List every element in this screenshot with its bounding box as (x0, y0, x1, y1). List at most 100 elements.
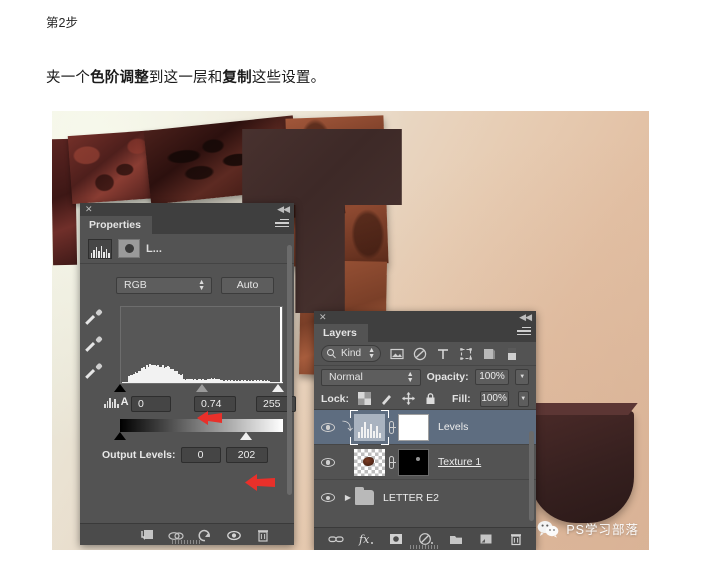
group-expand-arrow-icon[interactable]: ▶ (341, 493, 355, 502)
layer-group-name[interactable]: LETTER E2 (383, 492, 439, 504)
layer-list: ⤵ Levels Texture 1 ▶ LETTER E2 (314, 410, 536, 515)
layers-panel[interactable]: ✕ ◀◀ Layers Kind ▲ ▼ Normal ▲ ▼ Opacity:… (314, 311, 536, 550)
lock-all-icon[interactable] (424, 392, 437, 405)
output-white-slider[interactable] (240, 432, 252, 440)
eyedropper-tools (86, 310, 102, 380)
layer-name[interactable]: Texture 1 (438, 456, 481, 468)
table-row[interactable]: ⤵ Levels (314, 410, 536, 445)
watermark-text: PS学习部落 (566, 519, 639, 538)
new-adjustment-icon[interactable] (418, 532, 433, 546)
add-mask-icon[interactable] (388, 532, 403, 546)
output-black-field[interactable]: 0 (181, 447, 221, 463)
filter-pixel-icon[interactable] (390, 347, 404, 361)
wechat-icon (537, 520, 559, 538)
layer-visibility-toggle[interactable] (314, 423, 341, 432)
filter-smart-object-icon[interactable] (482, 347, 496, 361)
lock-transparency-icon[interactable] (358, 392, 371, 405)
levels-adjustment-icon[interactable] (88, 239, 112, 259)
input-white-slider[interactable] (272, 384, 284, 392)
output-white-field[interactable]: 202 (226, 447, 268, 463)
histogram-display (120, 306, 283, 384)
properties-panel[interactable]: ✕ ◀◀ Properties L... RGB ▲ ▼ Auto A 0 0.… (80, 203, 294, 545)
opacity-stepper-icon[interactable]: ▼ (515, 369, 529, 385)
filter-type-icon[interactable] (436, 347, 450, 361)
set-white-point-eyedropper[interactable] (86, 364, 102, 380)
panel-menu-icon[interactable] (517, 327, 531, 337)
desc-segment-3: 这些设置。 (252, 70, 326, 86)
properties-scrollbar[interactable] (287, 245, 292, 495)
adjustment-preset-icon[interactable] (118, 239, 140, 258)
layer-mask-thumbnail[interactable] (398, 414, 429, 441)
input-black-slider[interactable] (114, 384, 126, 392)
close-icon[interactable]: ✕ (319, 312, 327, 323)
close-icon[interactable]: ✕ (85, 204, 93, 215)
properties-tab-row: Properties (80, 216, 294, 234)
new-layer-icon[interactable] (478, 532, 493, 546)
layers-scrollbar[interactable] (529, 431, 534, 521)
toggle-visibility-icon[interactable] (226, 528, 241, 542)
tab-properties[interactable]: Properties (80, 216, 152, 234)
red-arrow-output-levels (243, 472, 277, 493)
tab-layers[interactable]: Layers (314, 324, 368, 342)
lock-row: Lock: Fill: 100% ▼ (314, 388, 536, 410)
lock-image-icon[interactable] (380, 392, 393, 405)
properties-body: RGB ▲ ▼ Auto A 0 0.74 255 Output Levels:… (80, 264, 294, 294)
fill-value[interactable]: 100% (480, 391, 509, 407)
layer-thumbnail-pixel[interactable] (354, 449, 385, 476)
chevron-updown-icon: ▲ ▼ (368, 348, 375, 360)
output-black-slider[interactable] (114, 432, 126, 440)
properties-resize-grip[interactable] (172, 540, 202, 544)
lock-label: Lock: (321, 393, 349, 405)
layer-mask-link-icon[interactable] (385, 456, 398, 469)
new-group-icon[interactable] (448, 532, 463, 546)
auto-button[interactable]: Auto (221, 277, 274, 294)
step-description: 夹一个色阶调整到这一层和复制这些设置。 (46, 66, 701, 87)
photoshop-screenshot: ✕ ◀◀ Properties L... RGB ▲ ▼ Auto A 0 0.… (52, 111, 649, 550)
layer-visibility-toggle[interactable] (314, 458, 341, 467)
filter-kind-select[interactable]: Kind ▲ ▼ (321, 345, 381, 362)
opacity-value[interactable]: 100% (475, 369, 510, 385)
desc-bold-2: 复制 (222, 70, 251, 86)
blend-mode-row: Normal ▲ ▼ Opacity: 100% ▼ (314, 366, 536, 388)
set-gray-point-eyedropper[interactable] (86, 337, 102, 353)
layers-panel-topbar: ✕ ◀◀ (314, 311, 536, 324)
layer-name[interactable]: Levels (438, 421, 468, 433)
layers-resize-grip[interactable] (410, 545, 440, 549)
input-level-sliders[interactable] (120, 384, 283, 394)
clip-to-layer-icon[interactable] (139, 528, 154, 542)
blend-mode-value: Normal (329, 371, 363, 383)
channel-row: RGB ▲ ▼ Auto (116, 277, 286, 294)
collapse-icon[interactable]: ◀◀ (519, 312, 531, 323)
layer-visibility-toggle[interactable] (314, 493, 341, 502)
set-black-point-eyedropper[interactable] (86, 310, 102, 326)
delete-layer-icon[interactable] (508, 532, 523, 546)
filter-shape-icon[interactable] (459, 347, 473, 361)
channel-select[interactable]: RGB ▲ ▼ (116, 277, 212, 294)
opacity-label: Opacity: (427, 371, 469, 383)
delete-adjustment-icon[interactable] (255, 528, 270, 542)
layer-style-fx-icon[interactable]: fx (358, 532, 373, 546)
filter-adjustment-icon[interactable] (413, 347, 427, 361)
step-label: 第2步 (46, 14, 701, 33)
link-layers-icon[interactable] (328, 532, 343, 546)
filter-toggle-icon[interactable] (505, 347, 519, 361)
blend-mode-select[interactable]: Normal ▲ ▼ (321, 369, 421, 386)
fill-stepper-icon[interactable]: ▼ (518, 391, 529, 407)
table-row[interactable]: Texture 1 (314, 445, 536, 480)
letter-shape-partial (530, 411, 634, 523)
histogram-white-edge (280, 307, 282, 383)
layer-filter-row: Kind ▲ ▼ (314, 342, 536, 366)
collapse-icon[interactable]: ◀◀ (277, 204, 289, 215)
fill-label: Fill: (452, 393, 471, 405)
input-gamma-slider[interactable] (196, 384, 208, 392)
layers-tab-row: Layers (314, 324, 536, 342)
channel-select-value: RGB (124, 279, 147, 291)
properties-panel-topbar: ✕ ◀◀ (80, 203, 294, 216)
output-level-sliders[interactable] (120, 432, 283, 442)
panel-menu-icon[interactable] (275, 219, 289, 229)
red-arrow-gamma (195, 408, 225, 428)
input-black-field[interactable]: 0 (131, 396, 171, 412)
lock-position-icon[interactable] (402, 392, 415, 405)
table-row[interactable]: ▶ LETTER E2 (314, 480, 536, 515)
layer-mask-thumbnail[interactable] (398, 449, 429, 476)
